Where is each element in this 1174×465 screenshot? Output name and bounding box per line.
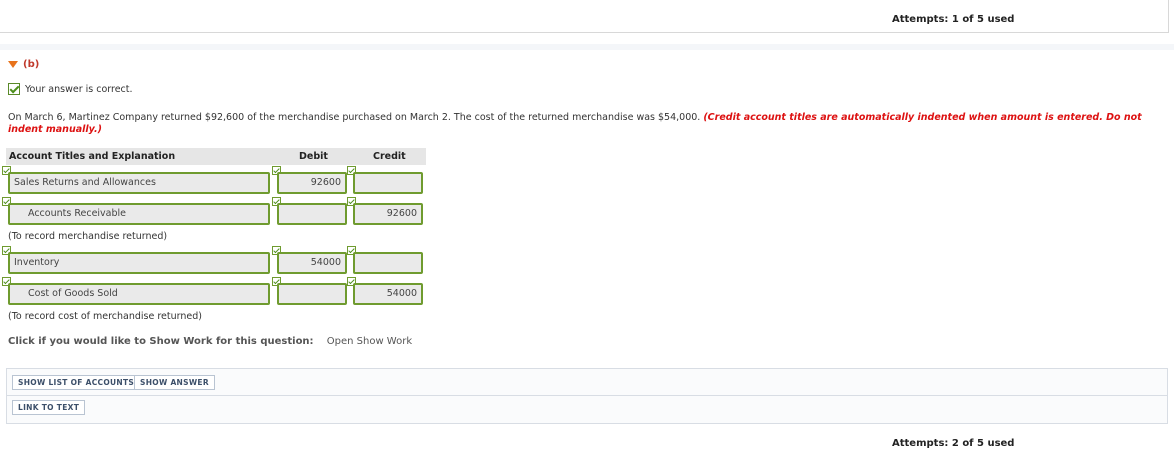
section-divider — [0, 44, 1174, 50]
account-title-input[interactable]: Inventory — [8, 252, 270, 274]
open-show-work-link[interactable]: Open Show Work — [327, 336, 412, 347]
header-account: Account Titles and Explanation — [9, 151, 176, 162]
debit-input[interactable] — [277, 283, 347, 305]
collapse-triangle-icon[interactable] — [8, 61, 18, 68]
show-work-label: Click if you would like to Show Work for… — [8, 336, 314, 347]
account-title-input[interactable]: Sales Returns and Allowances — [8, 172, 270, 194]
attempts-counter-bottom: Attempts: 2 of 5 used — [892, 438, 1015, 449]
account-title-input[interactable]: Accounts Receivable — [8, 203, 270, 225]
part-label: (b) — [23, 59, 40, 70]
credit-input[interactable] — [353, 252, 423, 274]
feedback-row: Your answer is correct. — [8, 83, 133, 95]
debit-input[interactable]: 92600 — [277, 172, 347, 194]
header-credit: Credit — [373, 151, 406, 162]
credit-input[interactable] — [353, 172, 423, 194]
show-answer-button[interactable]: SHOW ANSWER — [134, 375, 215, 390]
part-b-toggle[interactable]: (b) — [8, 59, 39, 70]
attempts-counter-top: Attempts: 1 of 5 used — [892, 14, 1015, 25]
header-debit: Debit — [299, 151, 328, 162]
action-buttons-panel: SHOW LIST OF ACCOUNTS SHOW ANSWER LINK T… — [6, 368, 1168, 424]
entry-explanation: (To record cost of merchandise returned) — [8, 311, 202, 322]
credit-input[interactable]: 54000 — [353, 283, 423, 305]
question-body: On March 6, Martinez Company returned $9… — [8, 112, 701, 123]
debit-input[interactable] — [277, 203, 347, 225]
journal-table-header: Account Titles and Explanation Debit Cre… — [6, 148, 426, 165]
link-to-text-button[interactable]: LINK TO TEXT — [12, 400, 86, 415]
question-text: On March 6, Martinez Company returned $9… — [8, 112, 1168, 136]
correct-check-icon — [8, 83, 20, 95]
show-list-of-accounts-button[interactable]: SHOW LIST OF ACCOUNTS — [12, 375, 141, 390]
entry-explanation: (To record merchandise returned) — [8, 231, 168, 242]
debit-input[interactable]: 54000 — [277, 252, 347, 274]
credit-input[interactable]: 92600 — [353, 203, 423, 225]
feedback-text: Your answer is correct. — [25, 83, 133, 95]
show-work-row: Click if you would like to Show Work for… — [8, 336, 412, 347]
account-title-input[interactable]: Cost of Goods Sold — [8, 283, 270, 305]
panel-divider — [7, 395, 1167, 396]
